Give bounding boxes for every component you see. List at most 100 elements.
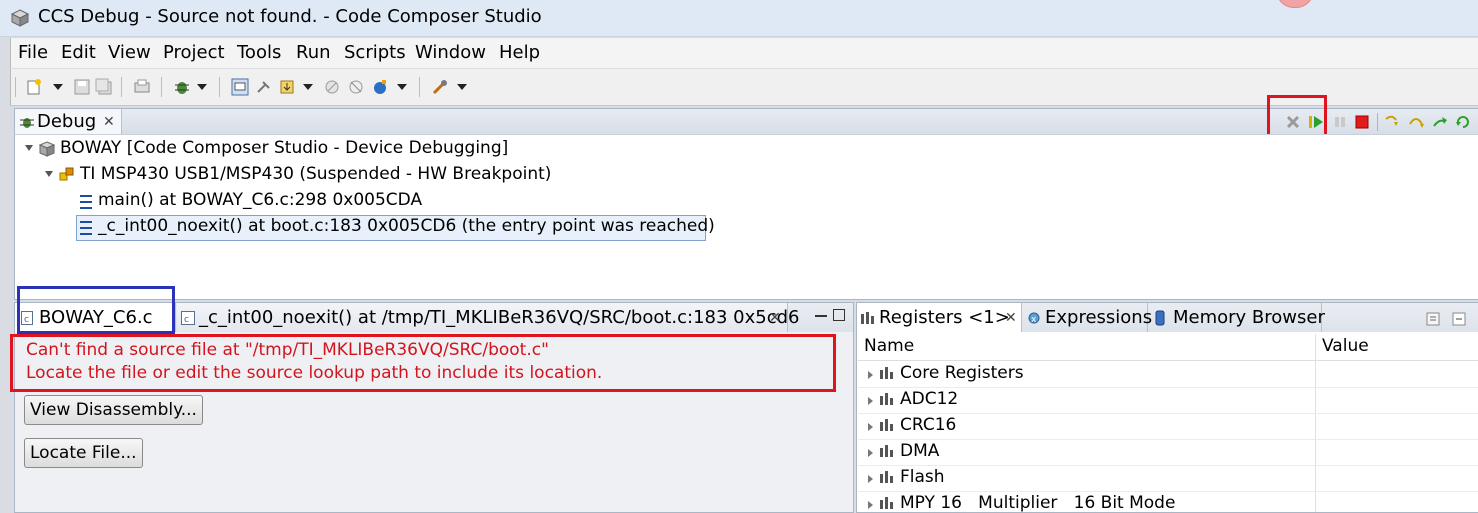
expand-icon[interactable]: [868, 475, 873, 483]
svg-text:x: x: [1031, 315, 1037, 325]
expressions-icon: x: [1028, 312, 1040, 325]
ccs-app-icon: [10, 9, 30, 27]
tree-item-frame-entry[interactable]: _c_int00_noexit() at boot.c:183 0x005CD6…: [98, 216, 715, 236]
new-icon[interactable]: [25, 78, 43, 96]
register-name: CRC16: [900, 415, 957, 435]
tree-item-target[interactable]: TI MSP430 USB1/MSP430 (Suspended - HW Br…: [80, 164, 551, 184]
locate-file-button[interactable]: Locate File...: [24, 438, 143, 468]
menu-file[interactable]: File: [18, 42, 48, 63]
menu-window[interactable]: Window: [415, 42, 486, 63]
view-menu-icon[interactable]: [1425, 311, 1441, 327]
breakpoint-icon[interactable]: [323, 78, 341, 96]
menu-tools[interactable]: Tools: [237, 42, 281, 63]
highlight-box-blue: [17, 286, 175, 334]
debug-bug-icon[interactable]: [173, 78, 191, 96]
expand-icon[interactable]: [45, 171, 53, 177]
restart-icon[interactable]: [1455, 114, 1471, 130]
svg-text:c: c: [184, 315, 189, 325]
close-icon[interactable]: ✕: [1005, 310, 1017, 326]
tab-c-int00-label: _c_int00_noexit() at /tmp/TI_MKLIBeR36VQ…: [199, 307, 800, 328]
register-row[interactable]: DMA: [858, 439, 1478, 466]
window-close-control[interactable]: [1276, 0, 1314, 8]
print-icon[interactable]: [133, 78, 151, 96]
register-row[interactable]: ADC12: [858, 387, 1478, 414]
expand-icon[interactable]: [868, 423, 873, 431]
register-row[interactable]: CRC16: [858, 413, 1478, 440]
registers-tab-bar: Registers <1> ✕ x Expressions Memory Bro…: [856, 302, 1478, 333]
title-bar: CCS Debug - Source not found. - Code Com…: [0, 0, 1478, 37]
connect-icon[interactable]: [255, 78, 273, 96]
expand-icon[interactable]: [25, 145, 33, 151]
register-name: ADC12: [900, 389, 959, 409]
terminate-icon[interactable]: [1354, 114, 1370, 130]
tab-expressions-label: Expressions: [1045, 307, 1153, 328]
target-config-icon[interactable]: [231, 78, 249, 96]
step-into-icon[interactable]: [1384, 114, 1400, 130]
menu-project[interactable]: Project: [163, 42, 225, 63]
close-icon[interactable]: ✕: [769, 310, 781, 326]
expand-icon[interactable]: [868, 371, 873, 379]
menu-edit[interactable]: Edit: [61, 42, 96, 63]
collapse-all-icon[interactable]: [1451, 311, 1467, 327]
register-row[interactable]: Core Registers: [858, 361, 1478, 388]
menu-help[interactable]: Help: [499, 42, 540, 63]
register-group-icon: [880, 367, 893, 379]
register-group-icon: [880, 471, 893, 483]
save-icon[interactable]: [73, 78, 91, 96]
expand-icon[interactable]: [868, 449, 873, 457]
debug-view-header: Debug ✕: [14, 108, 1478, 135]
chevron-down-icon[interactable]: [457, 84, 467, 90]
register-name: Core Registers: [900, 363, 1024, 383]
tab-c-int00-source[interactable]: c _c_int00_noexit() at /tmp/TI_MKLIBeR36…: [177, 303, 800, 333]
register-name: MPY 16 Multiplier 16 Bit Mode: [900, 493, 1176, 513]
chevron-down-icon[interactable]: [53, 84, 63, 90]
register-row[interactable]: Flash: [858, 465, 1478, 492]
stack-frame-icon: [80, 195, 92, 209]
tab-memory-browser[interactable]: Memory Browser: [1149, 303, 1325, 333]
chevron-down-icon[interactable]: [397, 84, 407, 90]
tab-memory-browser-label: Memory Browser: [1173, 307, 1325, 328]
view-disassembly-button[interactable]: View Disassembly...: [24, 395, 203, 425]
tab-expressions[interactable]: x Expressions: [1023, 303, 1152, 333]
tree-item-frame-main[interactable]: main() at BOWAY_C6.c:298 0x005CDA: [98, 190, 422, 210]
tab-debug-label: Debug: [37, 111, 97, 132]
save-all-icon[interactable]: [95, 78, 113, 96]
skip-breakpoints-icon[interactable]: [347, 78, 365, 96]
step-return-icon[interactable]: [1432, 114, 1448, 130]
close-icon[interactable]: ✕: [103, 114, 115, 130]
expand-icon[interactable]: [868, 397, 873, 405]
register-group-icon: [880, 445, 893, 457]
column-header-name[interactable]: Name: [864, 336, 914, 356]
maximize-icon[interactable]: [833, 309, 845, 321]
memory-icon: [1155, 310, 1165, 326]
column-header-value[interactable]: Value: [1322, 336, 1369, 356]
debug-bug-icon: [20, 118, 34, 128]
main-toolbar: [10, 69, 1478, 106]
register-row[interactable]: MPY 16 Multiplier 16 Bit Mode: [858, 491, 1478, 513]
menu-scripts[interactable]: Scripts: [344, 42, 406, 63]
session-cube-icon: [38, 141, 56, 157]
window-title: CCS Debug - Source not found. - Code Com…: [38, 6, 542, 27]
suspend-icon[interactable]: [1332, 114, 1348, 130]
menu-run[interactable]: Run: [296, 42, 331, 63]
external-tools-icon[interactable]: [431, 78, 449, 96]
registers-icon: [861, 312, 874, 324]
target-thread-icon: [59, 167, 74, 181]
register-group-icon: [880, 419, 893, 431]
tree-item-session[interactable]: BOWAY [Code Composer Studio - Device Deb…: [60, 138, 508, 158]
toolbar-separator: [161, 77, 162, 97]
minimize-icon[interactable]: [815, 315, 827, 317]
chevron-down-icon[interactable]: [303, 84, 313, 90]
chevron-down-icon[interactable]: [197, 84, 207, 90]
menu-bar: File Edit View Project Tools Run Scripts…: [10, 38, 1478, 68]
register-name: DMA: [900, 441, 940, 461]
load-program-icon[interactable]: [279, 78, 297, 96]
step-over-icon[interactable]: [1408, 114, 1424, 130]
expand-icon[interactable]: [868, 501, 873, 509]
script-icon[interactable]: [371, 78, 389, 96]
menu-view[interactable]: View: [108, 42, 151, 63]
stack-frame-icon: [80, 221, 92, 235]
tab-registers[interactable]: Registers <1> ✕: [857, 303, 1022, 333]
error-message-line2: Locate the file or edit the source looku…: [26, 363, 603, 383]
tab-debug[interactable]: Debug ✕: [15, 109, 122, 135]
